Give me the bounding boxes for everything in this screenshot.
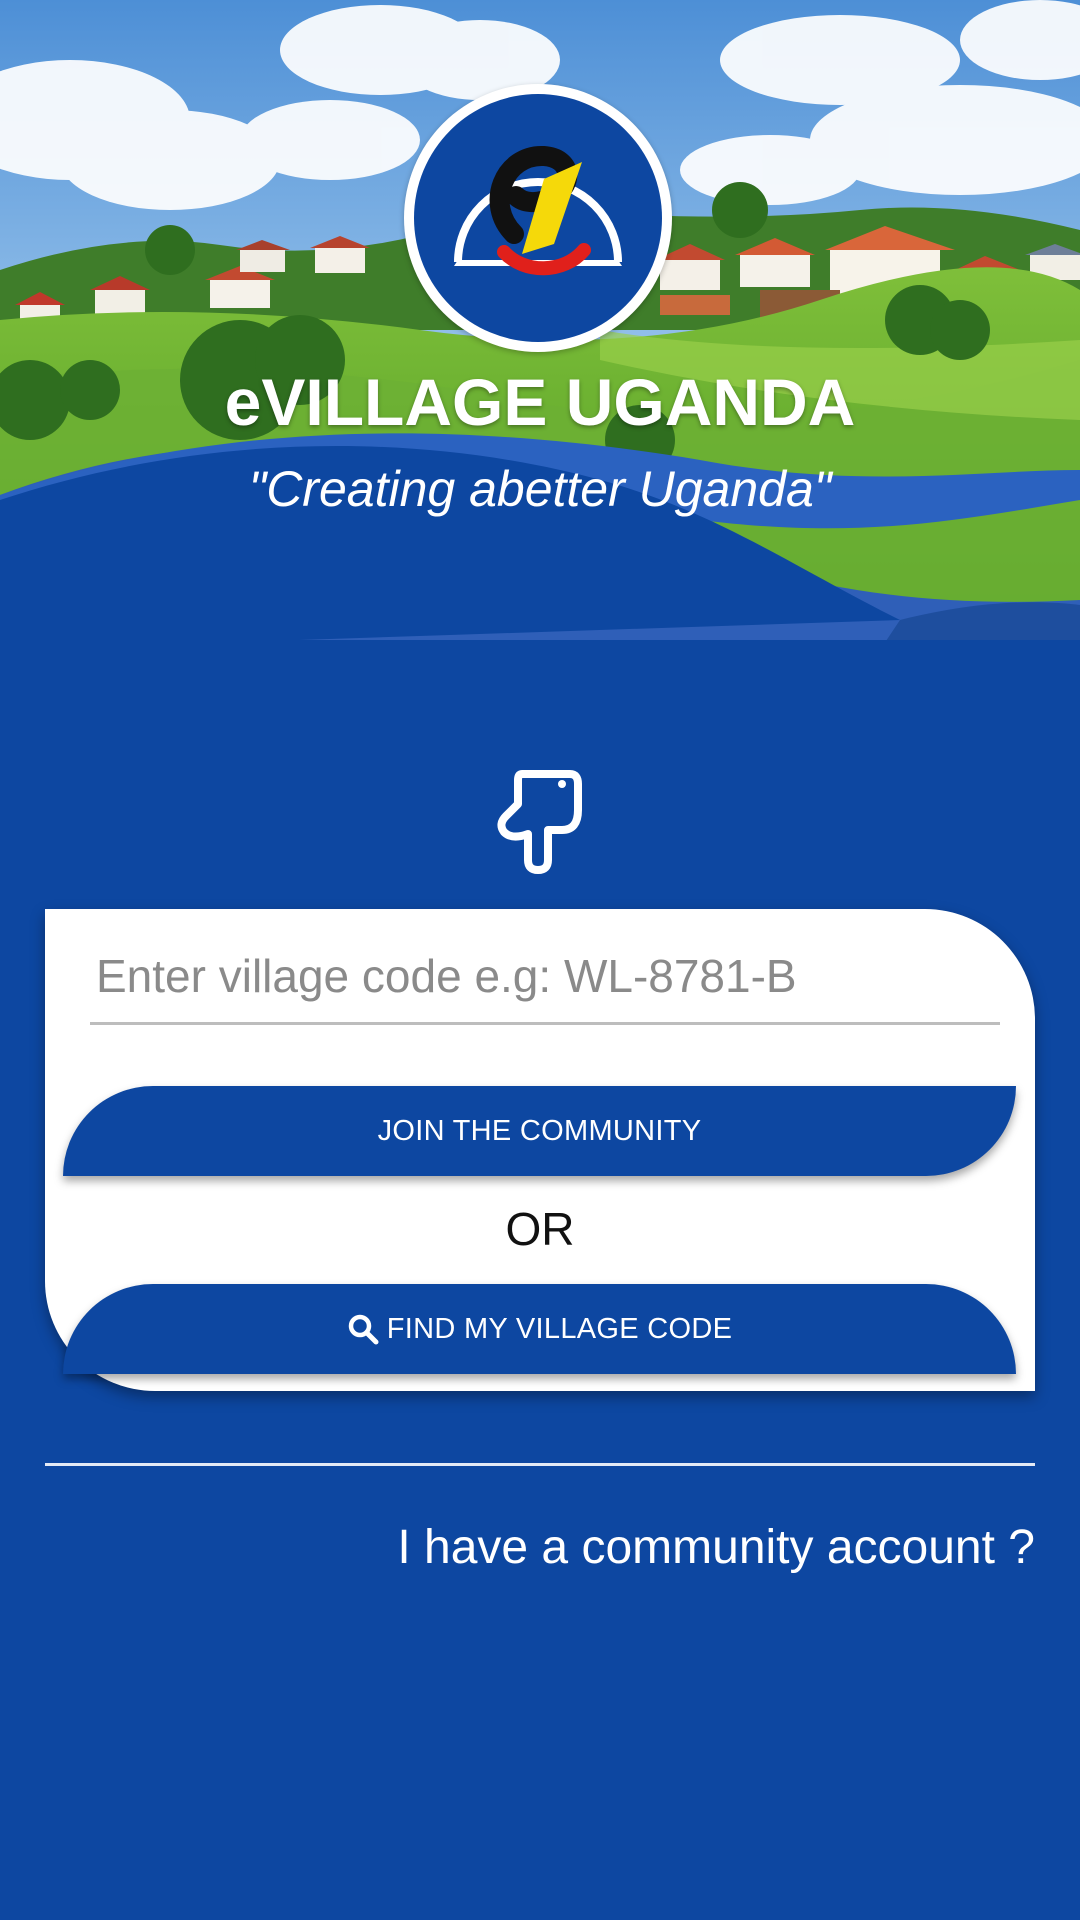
pointing-down-hand-icon bbox=[492, 770, 588, 874]
search-icon bbox=[347, 1313, 379, 1345]
or-separator: OR bbox=[505, 1203, 575, 1255]
join-community-label: JOIN THE COMMUNITY bbox=[377, 1114, 702, 1147]
village-code-input[interactable] bbox=[90, 929, 1000, 1025]
village-code-card: JOIN THE COMMUNITY OR FIND MY VILLAGE CO… bbox=[45, 909, 1035, 1391]
find-village-code-label: FIND MY VILLAGE CODE bbox=[386, 1312, 733, 1345]
app-screen: eVILLAGE UGANDA "Creating abetter Uganda… bbox=[0, 0, 1080, 1920]
find-village-code-button[interactable]: FIND MY VILLAGE CODE bbox=[63, 1284, 1016, 1374]
app-title: eVILLAGE UGANDA bbox=[224, 365, 856, 439]
divider-line bbox=[45, 1463, 1035, 1466]
community-account-link[interactable]: I have a community account ? bbox=[397, 1518, 1035, 1578]
evillage-logo bbox=[404, 84, 672, 352]
tagline: "Creating abetter Uganda" bbox=[248, 461, 832, 517]
join-community-button[interactable]: JOIN THE COMMUNITY bbox=[63, 1086, 1016, 1176]
hero-header: eVILLAGE UGANDA "Creating abetter Uganda… bbox=[0, 0, 1080, 650]
